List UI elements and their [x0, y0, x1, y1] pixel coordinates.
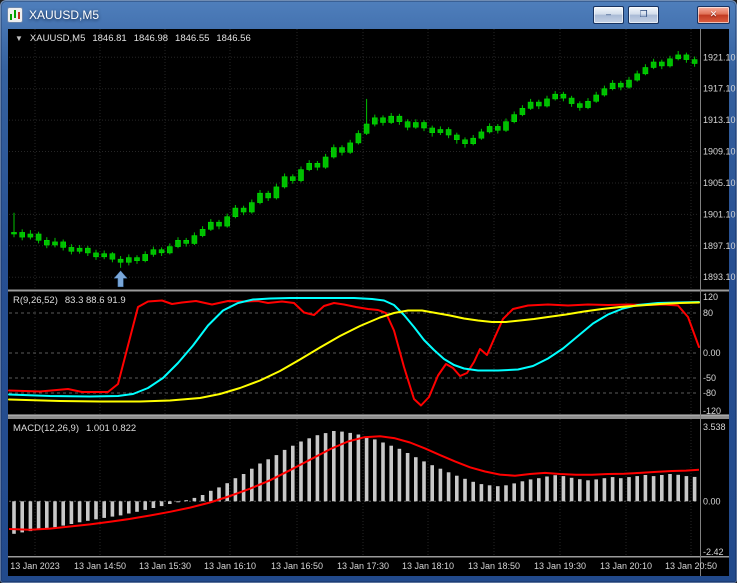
- panel-separator-2[interactable]: [8, 414, 700, 420]
- indicator2-header: MACD(12,26,9) 1.001 0.822: [13, 423, 136, 434]
- panel-separator-1[interactable]: [8, 289, 700, 292]
- quote-low: 1846.55: [175, 33, 210, 44]
- indicator2-panel[interactable]: [8, 419, 700, 556]
- indicator1-header: R(9,26,52) 83.3 88.6 91.9: [13, 295, 126, 306]
- quote-open: 1846.81: [92, 33, 127, 44]
- indicator1-panel[interactable]: [8, 292, 700, 414]
- quote-high: 1846.98: [133, 33, 169, 44]
- quote-symbol: XAUUSD,M5: [29, 33, 86, 44]
- indicator1-values: 83.3 88.6 91.9: [64, 295, 126, 306]
- indicator2-label: MACD(12,26,9): [13, 423, 79, 434]
- time-axis[interactable]: [8, 556, 729, 576]
- indicator1-label: R(9,26,52): [13, 295, 58, 306]
- mt4-chart-window: XAUUSD,M5 – ❐ ✕ 1921.10 1917.10 1913.10 190…: [0, 0, 737, 583]
- main-chart-area[interactable]: [8, 29, 700, 289]
- quote-close: 1846.56: [216, 33, 251, 44]
- collapse-arrow-icon[interactable]: ▼: [15, 33, 23, 44]
- indicator2-values: 1.001 0.822: [86, 423, 137, 434]
- price-axis[interactable]: [700, 29, 729, 556]
- quote-bar: ▼ XAUUSD,M5 1846.81 1846.98 1846.55 1846…: [15, 33, 251, 44]
